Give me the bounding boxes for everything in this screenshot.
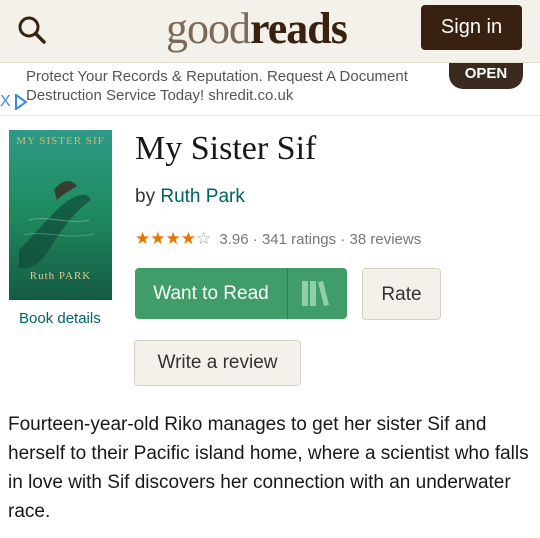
write-review-button[interactable]: Write a review — [134, 340, 301, 386]
book-details-link[interactable]: Book details — [19, 310, 101, 327]
want-to-read-button[interactable]: Want to Read — [135, 268, 287, 319]
site-header: goodreads Sign in — [0, 0, 540, 63]
book-cover[interactable]: MY SISTER SIF Ruth PARK — [9, 130, 112, 300]
byline: by Ruth Park — [135, 186, 245, 208]
want-to-read-button-group: Want to Read — [135, 268, 347, 319]
rating-row: ★★★★☆ 3.96 · 341 ratings · 38 reviews — [135, 229, 421, 249]
goodreads-logo[interactable]: goodreads — [166, 3, 348, 54]
by-prefix: by — [135, 186, 161, 207]
sign-in-button[interactable]: Sign in — [421, 5, 522, 50]
reviews-count-link[interactable]: 38 reviews — [350, 231, 422, 248]
ad-close-icon[interactable]: X — [0, 93, 11, 111]
cover-author-text: Ruth PARK — [29, 270, 92, 282]
search-icon[interactable] — [14, 12, 50, 48]
average-rating: 3.96 — [219, 231, 249, 248]
shelf-icon[interactable] — [288, 268, 347, 319]
rate-button[interactable]: Rate — [362, 268, 441, 320]
ad-choices-icon[interactable] — [14, 93, 28, 111]
separator-2: · — [336, 231, 350, 248]
book-description: Fourteen-year-old Riko manages to get he… — [8, 414, 529, 522]
cover-title-text: MY SISTER SIF — [16, 135, 105, 147]
star-rating-full: ★★★★ — [135, 229, 196, 248]
ad-open-button[interactable]: OPEN — [449, 63, 523, 89]
book-title: My Sister Sif — [135, 130, 317, 167]
author-link[interactable]: Ruth Park — [160, 186, 244, 207]
star-rating-empty: ☆ — [195, 229, 212, 248]
logo-bold-part: reads — [250, 4, 348, 53]
ad-banner[interactable]: Protect Your Records & Reputation. Reque… — [0, 63, 540, 116]
logo-light-part: good — [166, 4, 251, 53]
separator-1: · — [248, 231, 262, 248]
ratings-count-link[interactable]: 341 ratings — [262, 231, 336, 248]
ad-text[interactable]: Protect Your Records & Reputation. Reque… — [26, 67, 446, 105]
